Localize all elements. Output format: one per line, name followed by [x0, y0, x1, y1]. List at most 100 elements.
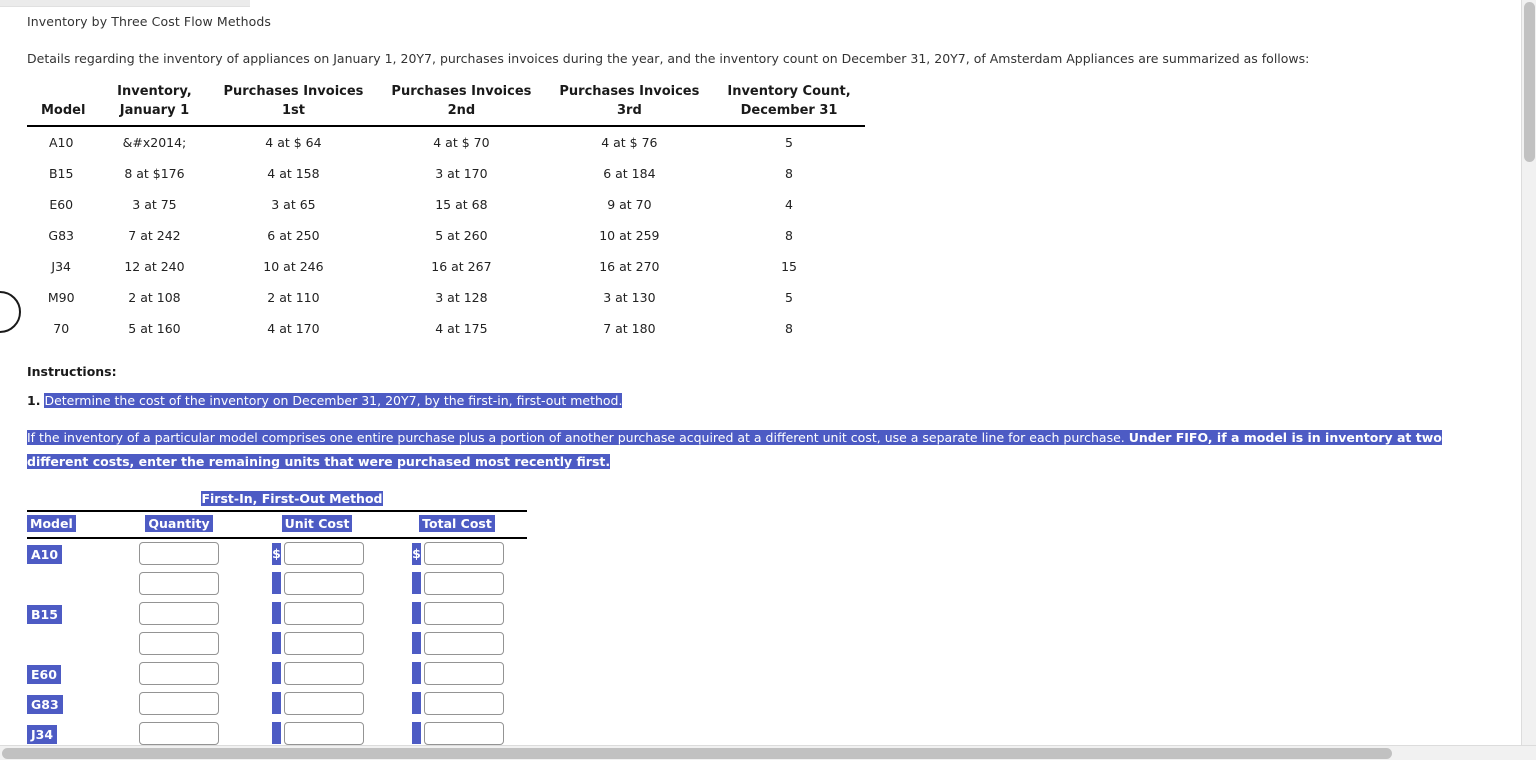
fifo-row-model-label: B15: [27, 598, 111, 628]
vertical-scrollbar-thumb[interactable]: [1524, 2, 1535, 162]
fifo-unit-cost-cell: $: [247, 598, 387, 628]
quantity-input[interactable]: [139, 691, 219, 715]
data-header-row-1: Inventory, Purchases Invoices Purchases …: [27, 82, 865, 101]
cell-jan1: 2 at 108: [128, 290, 181, 305]
content-area: Inventory by Three Cost Flow Methods Det…: [0, 0, 1520, 760]
quantity-input[interactable]: [139, 571, 219, 595]
table-row: E60 3 at 75 3 at 65 15 at 68 9 at 70 4: [27, 189, 865, 220]
cell-p1: 4 at $ 64: [265, 135, 322, 150]
cell-jan1: 8 at $176: [124, 166, 185, 181]
table-row: M90 2 at 108 2 at 110 3 at 128 3 at 130 5: [27, 282, 865, 313]
data-header-row-2: Model January 1 1st 2nd 3rd December 31: [27, 101, 865, 127]
fifo-table-head: Model Quantity Unit Cost Total Cost: [27, 511, 527, 539]
hdr1-purchases-1st: Purchases Invoices: [223, 84, 364, 99]
total-cost-input[interactable]: [424, 661, 504, 685]
cell-p1: 10 at 246: [263, 259, 324, 274]
quantity-input[interactable]: [139, 601, 219, 625]
quantity-input[interactable]: [139, 721, 219, 745]
fifo-entry-table: Model Quantity Unit Cost Total Cost A10 $…: [27, 510, 527, 760]
fifo-unit-cost-cell: $: [247, 628, 387, 658]
total-cost-input[interactable]: [424, 601, 504, 625]
cell-model: J34: [51, 259, 72, 274]
fifo-quantity-cell: [111, 598, 247, 628]
currency-symbol: $: [272, 632, 281, 654]
currency-symbol: $: [412, 572, 421, 594]
cell-model: E60: [49, 197, 74, 212]
cell-model: A10: [48, 135, 74, 150]
cell-p1: 4 at 170: [267, 321, 320, 336]
fifo-method-title: First-In, First-Out Method: [201, 491, 383, 506]
fifo-unit-cost-cell: $: [247, 658, 387, 688]
hdr1-purchases-2nd: Purchases Invoices: [391, 84, 532, 99]
horizontal-scrollbar[interactable]: [0, 745, 1536, 760]
table-row: G83 7 at 242 6 at 250 5 at 260 10 at 259 8: [27, 220, 865, 251]
fifo-hdr-unit-cost: Unit Cost: [247, 511, 387, 539]
fifo-row: $$: [27, 628, 527, 658]
fifo-note-normal: If the inventory of a particular model c…: [27, 430, 1125, 445]
fifo-header-row: Model Quantity Unit Cost Total Cost: [27, 511, 527, 539]
hdr1-purchases-3rd: Purchases Invoices: [559, 84, 700, 99]
total-cost-input[interactable]: [424, 631, 504, 655]
fifo-form-wrapper: First-In, First-Out Method Model Quantit…: [27, 488, 527, 760]
model-label: E60: [27, 664, 61, 684]
unit-cost-input[interactable]: [284, 571, 364, 595]
hdr2-model: Model: [27, 101, 100, 127]
total-cost-input[interactable]: [424, 721, 504, 745]
cell-model: G83: [48, 228, 75, 243]
total-cost-input[interactable]: [424, 542, 504, 565]
cell-count: 4: [785, 197, 793, 212]
hdr1-inventory-count: Inventory Count,: [727, 84, 851, 99]
total-cost-input[interactable]: [424, 571, 504, 595]
data-table-head: Inventory, Purchases Invoices Purchases …: [27, 82, 865, 127]
cell-p3: 9 at 70: [607, 197, 652, 212]
cell-p1: 3 at 65: [271, 197, 316, 212]
fifo-title-row: First-In, First-Out Method: [27, 488, 527, 507]
currency-symbol: $: [412, 542, 421, 565]
table-row: B15 8 at $176 4 at 158 3 at 170 6 at 184 8: [27, 158, 865, 189]
unit-cost-input[interactable]: [284, 721, 364, 745]
cell-p3: 6 at 184: [603, 166, 656, 181]
unit-cost-input[interactable]: [284, 601, 364, 625]
fifo-quantity-cell: [111, 718, 247, 748]
cell-p2: 3 at 170: [435, 166, 488, 181]
cell-p3: 3 at 130: [603, 290, 656, 305]
vertical-scrollbar[interactable]: [1521, 0, 1536, 745]
cell-jan1: 5 at 160: [128, 321, 181, 336]
cell-p2: 4 at 175: [435, 321, 488, 336]
model-label: J34: [27, 724, 58, 744]
cell-p3: 4 at $ 76: [601, 135, 658, 150]
currency-symbol: $: [412, 662, 421, 684]
table-row: 70 5 at 160 4 at 170 4 at 175 7 at 180 8: [27, 313, 865, 344]
quantity-input[interactable]: [139, 661, 219, 685]
unit-cost-input[interactable]: [284, 691, 364, 715]
currency-symbol: $: [272, 662, 281, 684]
fifo-total-cost-cell: $: [387, 688, 527, 718]
hdr2-december-31: December 31: [713, 101, 865, 127]
fifo-quantity-cell: [111, 658, 247, 688]
currency-symbol: $: [272, 602, 281, 624]
fifo-total-cost-cell: $: [387, 568, 527, 598]
cell-model: 70: [53, 321, 70, 336]
cell-p3: 7 at 180: [603, 321, 656, 336]
cell-p2: 3 at 128: [435, 290, 488, 305]
currency-symbol: $: [412, 602, 421, 624]
cell-p2: 15 at 68: [435, 197, 488, 212]
page-root: ⋮ Inventory by Three Cost Flow Methods D…: [0, 0, 1536, 760]
horizontal-scrollbar-thumb[interactable]: [2, 748, 1392, 759]
model-label: G83: [27, 694, 63, 714]
inventory-data-table: Inventory, Purchases Invoices Purchases …: [27, 82, 865, 344]
total-cost-input[interactable]: [424, 691, 504, 715]
quantity-input[interactable]: [139, 542, 219, 565]
unit-cost-input[interactable]: [284, 631, 364, 655]
cell-jan1: &#x2014;: [122, 135, 187, 150]
quantity-input[interactable]: [139, 631, 219, 655]
fifo-unit-cost-cell: $: [247, 688, 387, 718]
unit-cost-input[interactable]: [284, 661, 364, 685]
unit-cost-input[interactable]: [284, 542, 364, 565]
fifo-total-cost-cell: $: [387, 718, 527, 748]
hdr2-january-1: January 1: [99, 101, 210, 127]
currency-symbol: $: [272, 542, 281, 565]
cell-count: 8: [785, 321, 793, 336]
currency-symbol: $: [412, 632, 421, 654]
cell-count: 5: [785, 135, 793, 150]
